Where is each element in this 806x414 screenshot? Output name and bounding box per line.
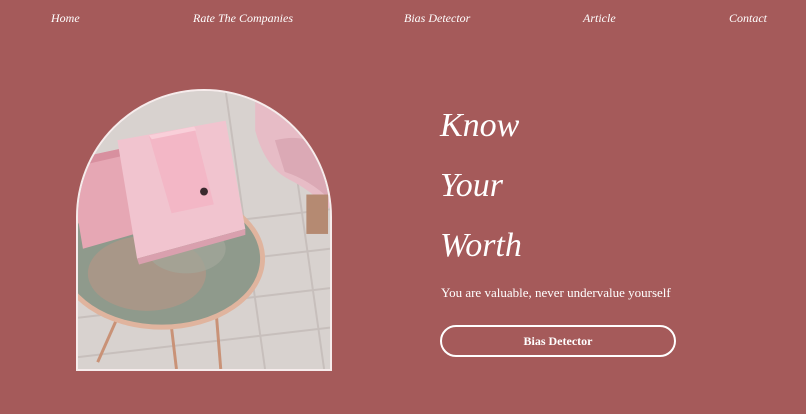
nav-link-rate-the-companies[interactable]: Rate The Companies [193,11,293,26]
headline-line-worth: Worth [440,227,522,264]
photo-table-phone-notebook [78,91,330,369]
hero-subtitle: You are valuable, never undervalue yours… [441,285,671,300]
nav-link-bias-detector[interactable]: Bias Detector [404,11,470,26]
nav-link-contact[interactable]: Contact [729,11,767,26]
top-navigation: Home Rate The Companies Bias Detector Ar… [0,0,806,36]
hero-arch-photo [76,89,332,371]
headline-line-your: Your [440,167,504,204]
bias-detector-button[interactable]: Bias Detector [440,325,676,357]
nav-link-article[interactable]: Article [583,11,616,26]
headline-line-know: Know [440,107,520,144]
hero-headline: Know Your Worth [440,96,522,276]
nav-link-home[interactable]: Home [51,11,80,26]
